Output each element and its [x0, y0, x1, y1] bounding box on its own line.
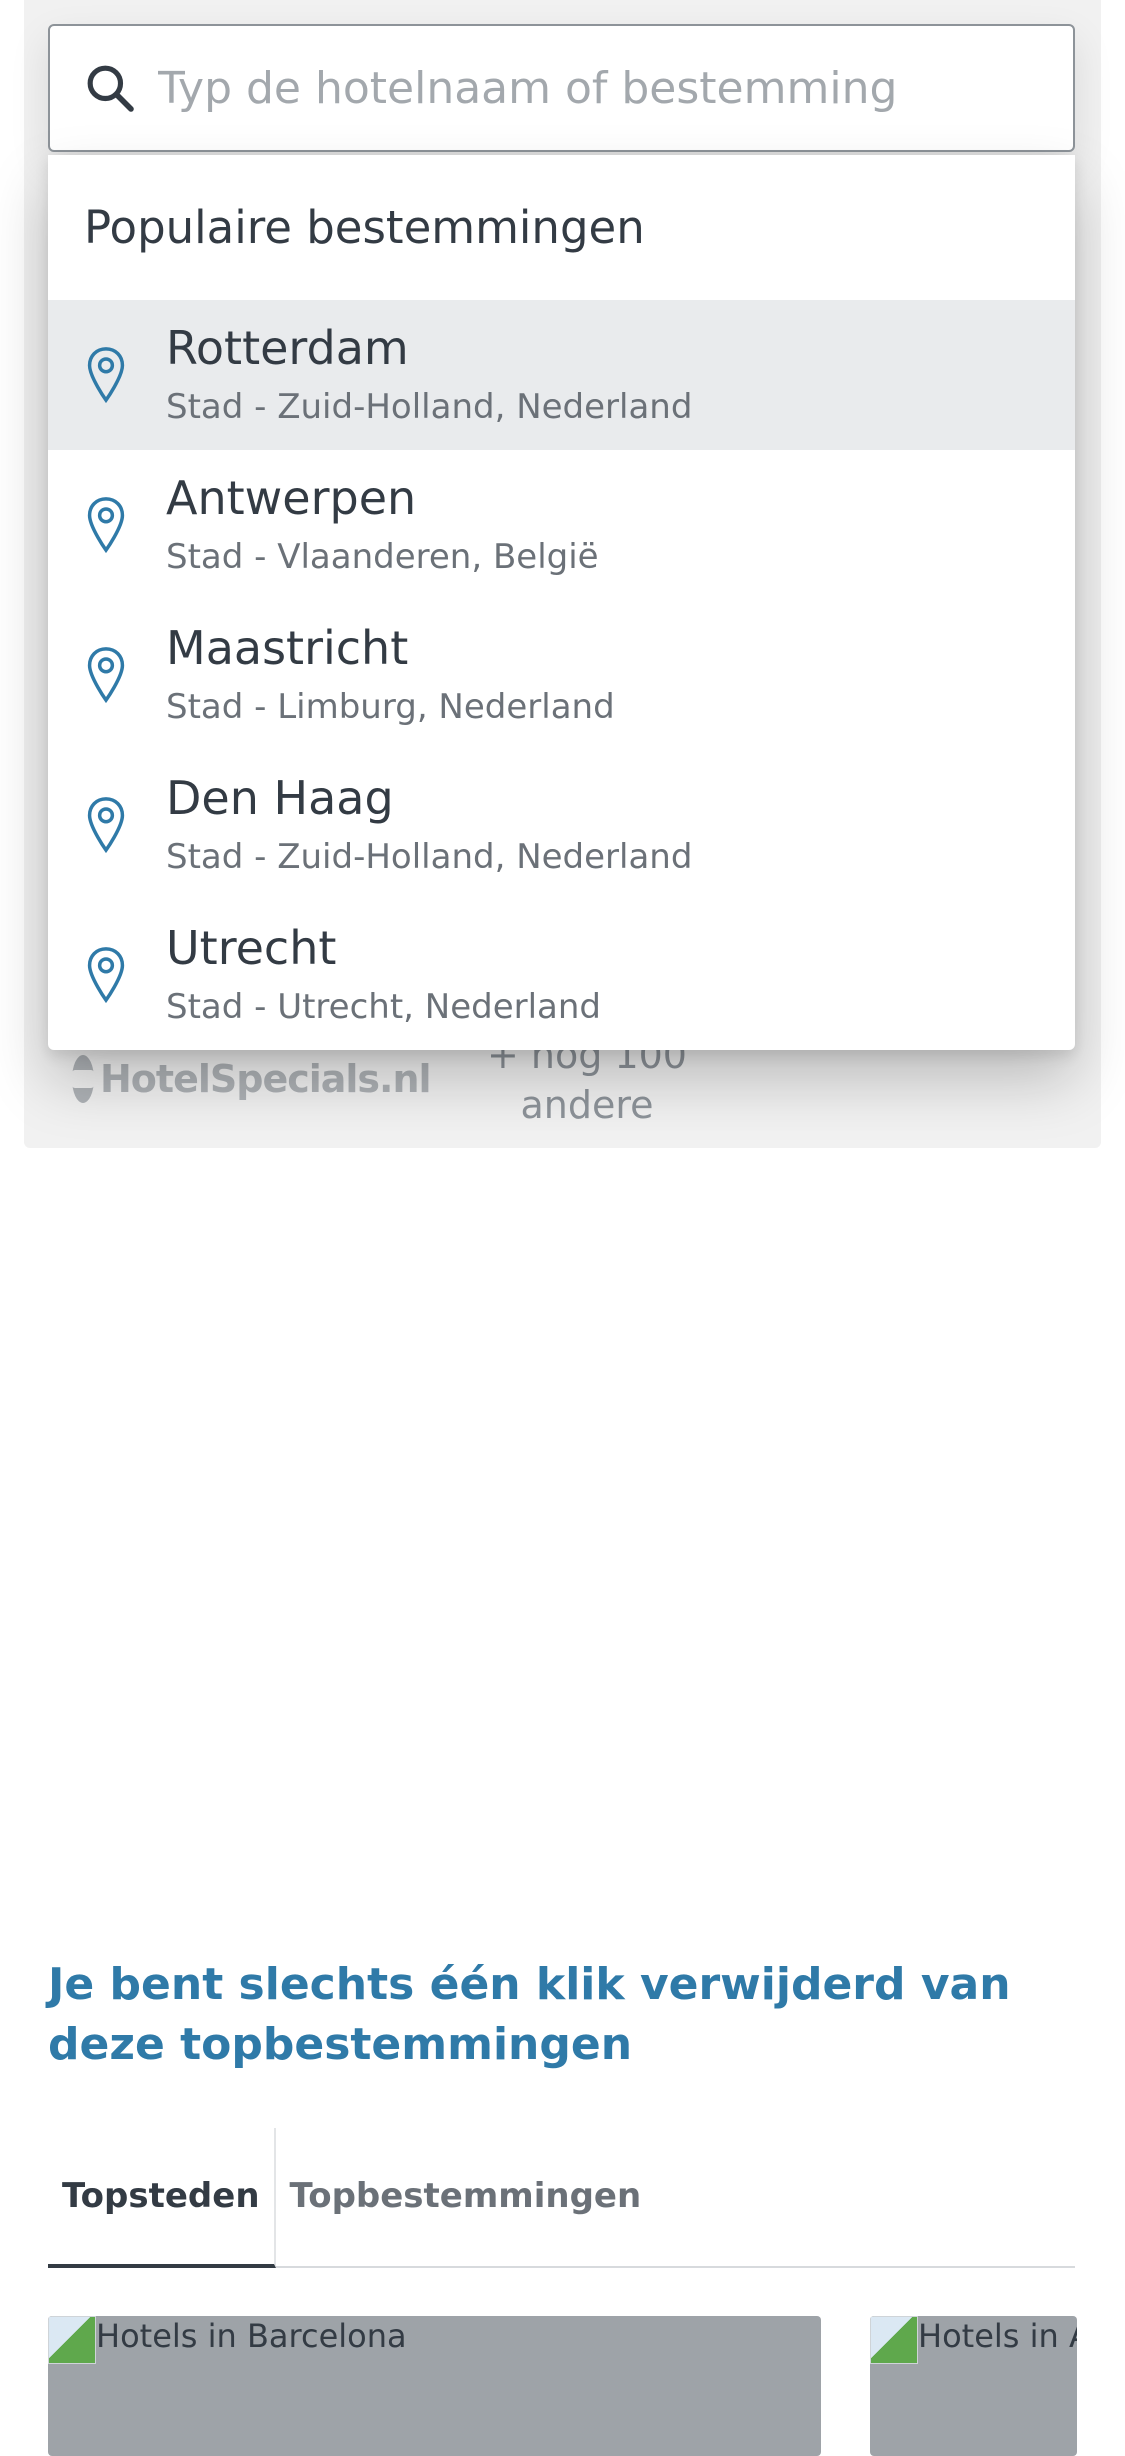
hotelspecials-logo-icon — [72, 1055, 94, 1103]
destination-title: Rotterdam — [166, 321, 409, 375]
destination-card-second[interactable]: Hotels in A — [870, 2316, 1077, 2456]
map-pin-icon — [87, 497, 125, 554]
destination-title: Utrecht — [166, 921, 337, 975]
search-box[interactable] — [48, 24, 1075, 152]
destination-dropdown: Populaire bestemmingen Rotterdam Stad - … — [48, 155, 1075, 1050]
destination-title: Antwerpen — [166, 471, 417, 525]
top-destinations-headline: Je bent slechts één klik verwijderd van … — [48, 1959, 1011, 2070]
search-input[interactable] — [156, 61, 1073, 115]
hotelspecials-logo: HotelSpecials.nl — [72, 1052, 432, 1106]
search-icon — [87, 65, 134, 112]
destination-title: Den Haag — [166, 771, 394, 825]
destination-option-rotterdam[interactable]: Rotterdam Stad - Zuid-Holland, Nederland — [48, 300, 1075, 450]
destination-subtitle: Stad - Limburg, Nederland — [166, 687, 615, 727]
map-pin-icon — [87, 947, 125, 1004]
broken-image-icon — [870, 2316, 918, 2364]
destination-card-barcelona[interactable]: Hotels in Barcelona — [48, 2316, 821, 2456]
destination-title: Maastricht — [166, 621, 409, 675]
destination-subtitle: Stad - Zuid-Holland, Nederland — [166, 387, 693, 427]
tab-topsteden[interactable]: Topsteden — [48, 2128, 276, 2268]
destination-subtitle: Stad - Zuid-Holland, Nederland — [166, 837, 693, 877]
logo-text: HotelSpecials.nl — [100, 1057, 432, 1101]
destination-option-maastricht[interactable]: Maastricht Stad - Limburg, Nederland — [48, 600, 1075, 750]
card-image-alt: Hotels in Barcelona — [96, 2317, 407, 2355]
map-pin-icon — [87, 797, 125, 854]
destination-subtitle: Stad - Vlaanderen, België — [166, 537, 599, 577]
destination-subtitle: Stad - Utrecht, Nederland — [166, 987, 602, 1027]
tab-topbestemmingen[interactable]: Topbestemmingen — [276, 2128, 656, 2264]
destination-option-utrecht[interactable]: Utrecht Stad - Utrecht, Nederland — [48, 900, 1075, 1050]
destination-tabs: Topsteden Topbestemmingen — [48, 2128, 1075, 2268]
map-pin-icon — [87, 647, 125, 704]
destination-option-antwerpen[interactable]: Antwerpen Stad - Vlaanderen, België — [48, 450, 1075, 600]
card-image-alt: Hotels in A — [918, 2317, 1077, 2355]
dropdown-heading: Populaire bestemmingen — [84, 201, 645, 254]
destination-option-den-haag[interactable]: Den Haag Stad - Zuid-Holland, Nederland — [48, 750, 1075, 900]
map-pin-icon — [87, 347, 125, 404]
broken-image-icon — [48, 2316, 96, 2364]
